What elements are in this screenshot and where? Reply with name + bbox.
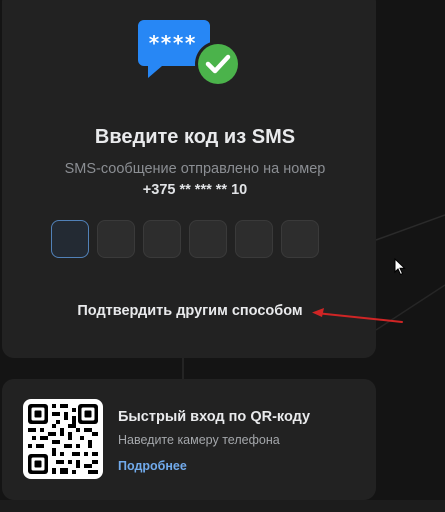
qr-login-subtitle: Наведите камеру телефона <box>118 433 280 447</box>
bottom-bar <box>0 500 445 512</box>
code-digit-5[interactable] <box>235 220 273 258</box>
masked-phone-number: +375 ** *** ** 10 <box>142 182 248 198</box>
qr-login-card[interactable]: Быстрый вход по QR-коду Наведите камеру … <box>2 379 376 500</box>
sms-sent-subtitle: SMS-сообщение отправлено на номер <box>64 161 326 177</box>
code-digit-4[interactable] <box>189 220 227 258</box>
code-digit-6[interactable] <box>281 220 319 258</box>
qr-learn-more-link[interactable]: Подробнее <box>118 459 187 473</box>
code-digit-1[interactable] <box>51 220 89 258</box>
checkmark-icon <box>195 41 241 87</box>
sms-icon-stars: **** <box>148 31 196 55</box>
mouse-cursor-icon <box>394 258 406 276</box>
sms-code-icon: **** <box>138 20 241 87</box>
code-digit-2[interactable] <box>97 220 135 258</box>
page-title: Введите код из SMS <box>94 126 296 148</box>
code-digit-3[interactable] <box>143 220 181 258</box>
qr-login-title: Быстрый вход по QR-коду <box>118 409 311 425</box>
qr-code-icon <box>23 399 103 479</box>
annotation-arrow-icon <box>312 308 403 323</box>
